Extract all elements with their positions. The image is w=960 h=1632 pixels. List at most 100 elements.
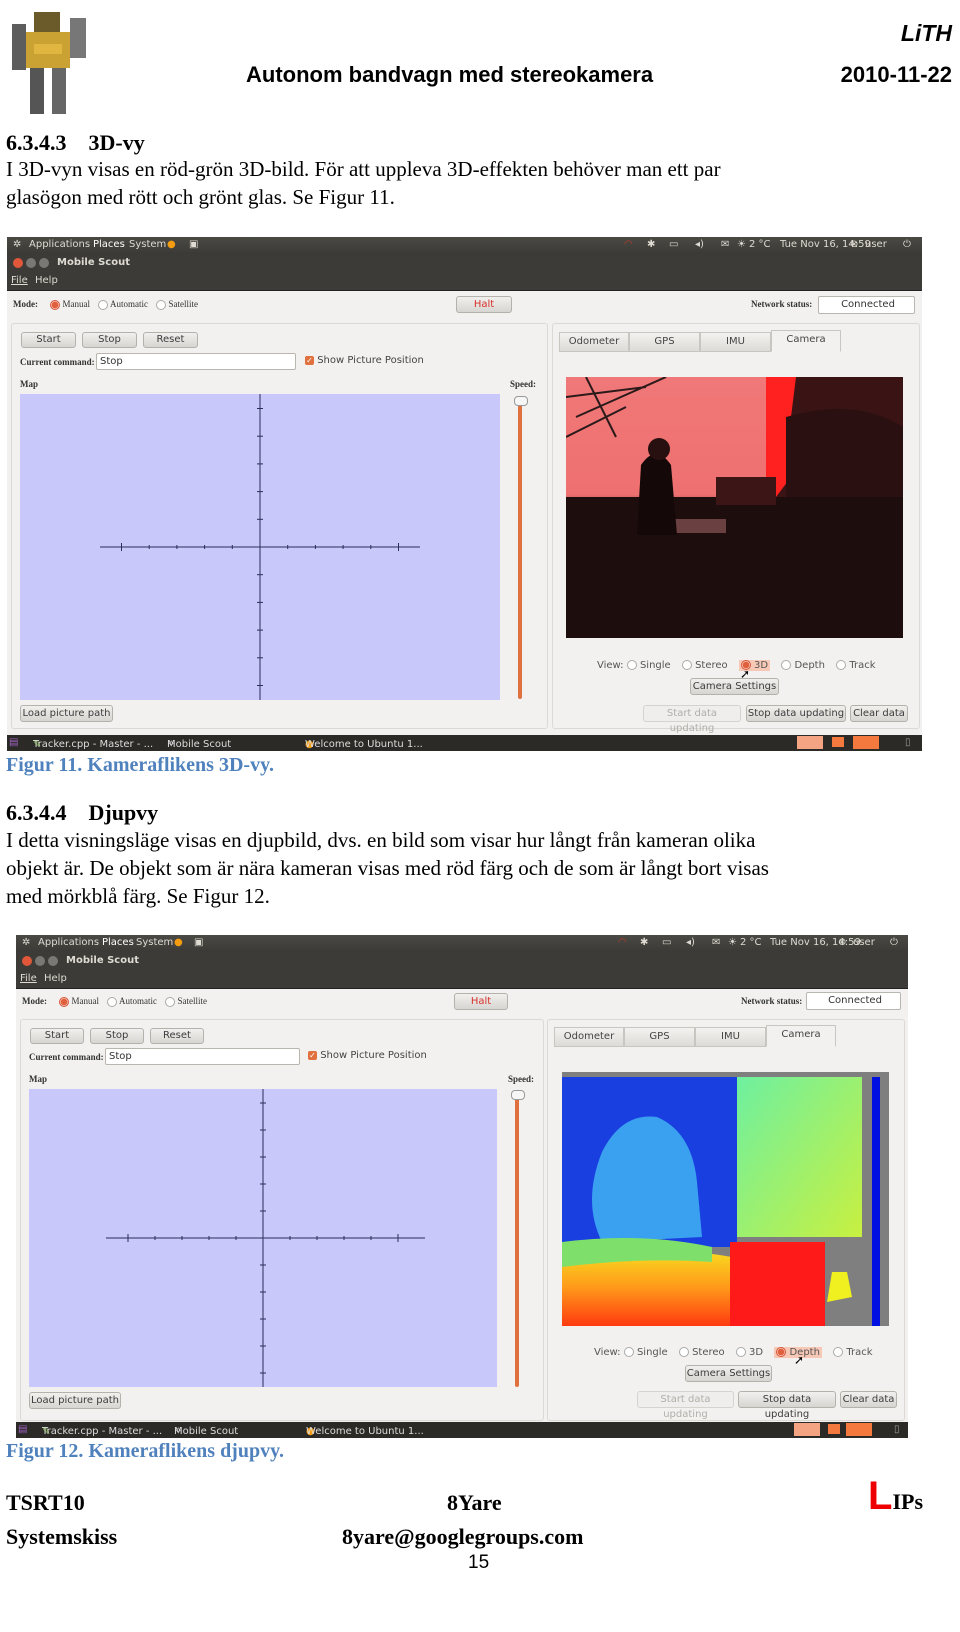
stop-button[interactable]: Stop (90, 1028, 144, 1044)
power-icon[interactable]: ⏻ (903, 239, 911, 250)
map-canvas[interactable] (29, 1089, 497, 1387)
mode-satellite[interactable]: Satellite (165, 996, 207, 1007)
menu-file[interactable]: File (20, 973, 37, 984)
workspace-1[interactable] (794, 1423, 820, 1436)
clear-data-button[interactable]: Clear data (840, 1391, 897, 1408)
workspace-2[interactable] (832, 737, 844, 747)
view-3d[interactable]: 3D (735, 1347, 763, 1358)
show-desktop-icon[interactable]: ▤ (18, 1424, 27, 1435)
menu-system[interactable]: System (129, 239, 166, 250)
group-email[interactable]: 8yare@googlegroups.com (342, 1524, 583, 1550)
workspace-3[interactable] (853, 736, 879, 749)
mode-manual[interactable]: Manual (59, 996, 99, 1007)
trash-icon[interactable]: ▯ (894, 1424, 900, 1435)
battery-icon[interactable]: ▭ (662, 937, 671, 948)
menu-bar: File Help (7, 272, 922, 291)
camera-settings-button[interactable]: Camera Settings (690, 678, 779, 695)
user-icon: ⊗ (850, 239, 859, 250)
mode-satellite[interactable]: Satellite (156, 299, 198, 310)
start-data-updating-button[interactable]: Start data updating (637, 1391, 734, 1420)
load-picture-path-button[interactable]: Load picture path (20, 705, 113, 722)
start-button[interactable]: Start (21, 332, 76, 348)
current-command-field[interactable]: Stop (105, 1048, 300, 1065)
clear-data-button[interactable]: Clear data (850, 705, 908, 722)
tab-camera[interactable]: Camera (771, 330, 841, 352)
stop-data-updating-button[interactable]: Stop data updating (738, 1391, 836, 1420)
reset-button[interactable]: Reset (143, 332, 198, 348)
clock[interactable]: Tue Nov 16, 14:59 (770, 937, 861, 948)
start-button[interactable]: Start (30, 1028, 84, 1044)
stop-data-updating-button[interactable]: Stop data updating (746, 705, 846, 722)
battery-icon[interactable]: ▭ (669, 239, 678, 250)
maximize-icon[interactable] (39, 258, 49, 268)
menu-system[interactable]: System (136, 937, 173, 948)
trash-icon[interactable]: ▯ (905, 737, 911, 748)
tab-camera[interactable]: Camera (766, 1025, 836, 1047)
terminal-icon[interactable]: ▣ (189, 239, 198, 250)
minimize-icon[interactable] (26, 258, 36, 268)
map-canvas[interactable] (20, 394, 500, 700)
screenshot-3d-view: ✲ Applications Places System ● ▣ ◠ ✱ ▭ ◂… (7, 237, 922, 751)
view-track[interactable]: Track (836, 660, 875, 671)
speed-slider[interactable] (515, 1092, 519, 1387)
tab-imu[interactable]: IMU (695, 1027, 766, 1047)
menu-help[interactable]: Help (35, 275, 58, 286)
menu-help[interactable]: Help (44, 973, 67, 984)
view-stereo[interactable]: Stereo (678, 1347, 725, 1358)
terminal-icon[interactable]: ▣ (194, 937, 203, 948)
firefox-icon[interactable]: ● (167, 239, 176, 250)
start-data-updating-button[interactable]: Start data updating (643, 705, 741, 734)
load-picture-path-button[interactable]: Load picture path (29, 1392, 121, 1409)
workspace-3[interactable] (846, 1423, 872, 1436)
view-stereo[interactable]: Stereo (681, 660, 728, 671)
mail-icon[interactable]: ✉ (721, 239, 729, 250)
minimize-icon[interactable] (35, 956, 45, 966)
view-depth[interactable]: Depth (781, 660, 825, 671)
view-single[interactable]: Single (623, 1347, 668, 1358)
menu-places[interactable]: Places (102, 937, 134, 948)
workspace-2[interactable] (828, 1424, 840, 1434)
show-picture-position-checkbox[interactable]: ✓ Show Picture Position (305, 355, 424, 366)
halt-button[interactable]: Halt (454, 993, 508, 1010)
firefox-icon[interactable]: ● (174, 937, 183, 948)
bluetooth-icon[interactable]: ✱ (647, 239, 655, 250)
mode-manual[interactable]: Manual (50, 299, 90, 310)
maximize-icon[interactable] (48, 956, 58, 966)
tab-gps[interactable]: GPS (624, 1027, 695, 1047)
menu-file[interactable]: File (11, 275, 28, 286)
reset-button[interactable]: Reset (150, 1028, 204, 1044)
menu-places[interactable]: Places (93, 239, 125, 250)
tab-gps[interactable]: GPS (629, 332, 700, 352)
tab-odometer[interactable]: Odometer (559, 332, 629, 352)
mail-icon[interactable]: ✉ (712, 937, 720, 948)
speed-slider-handle[interactable] (511, 1090, 525, 1100)
tab-odometer[interactable]: Odometer (554, 1027, 624, 1047)
speed-slider[interactable] (518, 397, 522, 699)
close-icon[interactable] (13, 258, 23, 268)
power-icon[interactable]: ⏻ (890, 937, 898, 948)
volume-icon[interactable]: ◂) (695, 239, 704, 250)
volume-icon[interactable]: ◂) (686, 937, 695, 948)
speed-slider-handle[interactable] (514, 396, 528, 406)
mode-automatic[interactable]: Automatic (107, 996, 157, 1007)
tab-imu[interactable]: IMU (700, 332, 771, 352)
bluetooth-icon[interactable]: ✱ (640, 937, 648, 948)
halt-button[interactable]: Halt (456, 296, 512, 313)
menu-applications[interactable]: Applications (38, 937, 99, 948)
wifi-icon[interactable]: ◠ (624, 239, 633, 250)
show-desktop-icon[interactable]: ▤ (9, 737, 18, 748)
show-picture-position-checkbox[interactable]: ✓ Show Picture Position (308, 1050, 427, 1061)
close-icon[interactable] (22, 956, 32, 966)
mode-automatic[interactable]: Automatic (98, 299, 148, 310)
stop-button[interactable]: Stop (82, 332, 137, 348)
view-track[interactable]: Track (833, 1347, 872, 1358)
current-command-field[interactable]: Stop (96, 353, 296, 370)
menu-applications[interactable]: Applications (29, 239, 90, 250)
view-single[interactable]: Single (626, 660, 671, 671)
user-name[interactable]: user (865, 239, 887, 250)
camera-settings-button[interactable]: Camera Settings (685, 1365, 772, 1382)
wifi-icon[interactable]: ◠ (618, 937, 627, 948)
user-name[interactable]: user (853, 937, 875, 948)
workspace-1[interactable] (797, 736, 823, 749)
camera-image-anaglyph (565, 376, 903, 638)
